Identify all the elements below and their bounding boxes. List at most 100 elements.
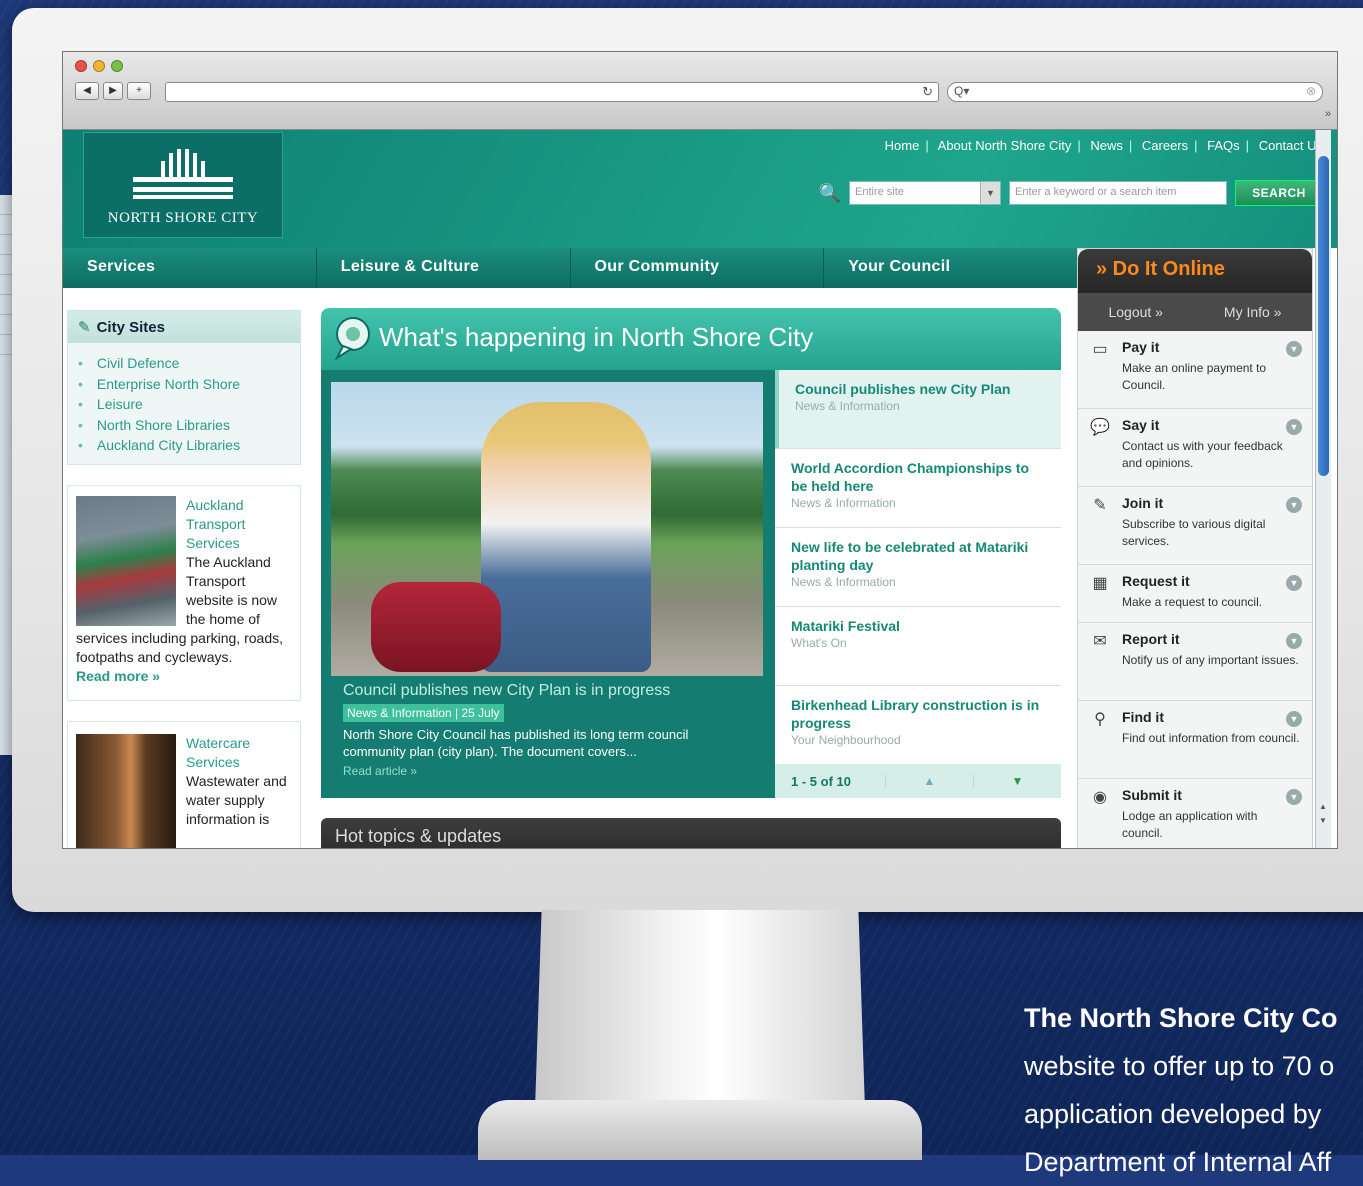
chevron-down-icon[interactable]: ▼ [1286, 633, 1302, 649]
chevron-down-icon[interactable]: ▼ [1286, 497, 1302, 513]
service-request-it[interactable]: ▦ Request it Make a request to council. … [1078, 565, 1312, 623]
nav-link-about[interactable]: About North Shore City [938, 138, 1072, 153]
search-scope-select[interactable]: Entire site ▼ [849, 181, 1001, 205]
browser-window: ◀ ▶ + ↻ Q▾ ⊗ » NORTH SHORE CITY Home | A… [62, 51, 1338, 849]
caption-line: application developed by [1024, 1099, 1322, 1129]
nav-link-news[interactable]: News [1090, 138, 1123, 153]
nav-buttons: ◀ ▶ + [75, 82, 151, 100]
browser-search-field[interactable]: Q▾ ⊗ [947, 82, 1323, 102]
search-scope-value: Entire site [855, 186, 904, 198]
service-submit-it[interactable]: ◉ Submit it Lodge an application with co… [1078, 779, 1312, 848]
back-icon[interactable]: ◀ [75, 82, 99, 100]
search-button[interactable]: SEARCH [1235, 180, 1323, 206]
center-column: What's happening in North Shore City Cou… [321, 308, 1061, 848]
site-search: 🔍 Entire site ▼ Enter a keyword or a sea… [819, 180, 1323, 206]
news-item[interactable]: Council publishes new City Plan News & I… [775, 370, 1061, 449]
maximize-window-button[interactable] [111, 60, 123, 72]
address-bar[interactable]: ↻ [165, 82, 939, 102]
scroll-up-icon[interactable]: ▲ [1319, 802, 1327, 811]
hot-topics-header: Hot topics & updates [321, 818, 1061, 848]
main-nav-leisure[interactable]: Leisure & Culture [317, 248, 571, 288]
chevron-down-icon[interactable]: ▼ [1286, 341, 1302, 357]
service-title: Submit it [1122, 787, 1182, 803]
feature-summary: North Shore City Council has published i… [343, 727, 689, 759]
promo-transport-image [76, 495, 176, 626]
pager-up-icon[interactable]: ▲ [885, 774, 973, 788]
chevron-down-icon[interactable]: ▼ [980, 182, 1000, 204]
read-more-link[interactable]: Read more » [76, 668, 160, 684]
browser-search-placeholder: Q▾ [954, 84, 970, 98]
city-site-link[interactable]: Leisure [78, 394, 290, 415]
news-item[interactable]: New life to be celebrated at Matariki pl… [775, 528, 1061, 607]
my-info-link[interactable]: My Info » [1224, 304, 1282, 320]
site-header: NORTH SHORE CITY Home | About North Shore… [63, 130, 1337, 248]
new-tab-icon[interactable]: + [127, 82, 151, 100]
search-input[interactable]: Enter a keyword or a search item [1009, 181, 1227, 205]
pager-down-icon[interactable]: ▼ [973, 774, 1061, 788]
city-site-link[interactable]: North Shore Libraries [78, 415, 290, 436]
news-item[interactable]: Matariki Festival What's On [775, 607, 1061, 686]
main-nav-council[interactable]: Your Council [824, 248, 1077, 288]
feature-tag: News & Information | 25 July [343, 704, 504, 722]
promo-transport-title[interactable]: Auckland Transport Services [186, 497, 245, 551]
monitor-base [478, 1100, 922, 1160]
news-item-category: News & Information [791, 575, 896, 589]
main-nav-services[interactable]: Services [63, 248, 317, 288]
promo-watercare-body: Wastewater and water supply information … [186, 772, 287, 827]
news-item-title: Birkenhead Library construction is in pr… [791, 697, 1040, 731]
speech-bubble-icon [334, 317, 370, 360]
promo-watercare-title[interactable]: Watercare Services [186, 735, 250, 770]
minimize-window-button[interactable] [93, 60, 105, 72]
city-site-link[interactable]: Civil Defence [78, 353, 290, 374]
reload-icon[interactable]: ↻ [922, 84, 933, 100]
do-it-online-title: » Do It Online [1078, 249, 1312, 293]
service-join-it[interactable]: ✎ Join it Subscribe to various digital s… [1078, 487, 1312, 565]
read-article-link[interactable]: Read article » [343, 764, 417, 778]
caption-heading: The North Shore City Co [1024, 1003, 1338, 1033]
service-say-it[interactable]: 💬 Say it Contact us with your feedback a… [1078, 409, 1312, 487]
leaf-icon: ✎ [78, 319, 91, 336]
news-item-title: New life to be celebrated at Matariki pl… [791, 539, 1029, 573]
feature-title[interactable]: Council publishes new City Plan is in pr… [343, 682, 670, 700]
news-item[interactable]: World Accordion Championships to be held… [775, 449, 1061, 528]
magnifier-icon: ⚲ [1094, 711, 1106, 728]
service-find-it[interactable]: ⚲ Find it Find out information from coun… [1078, 701, 1312, 779]
chevron-down-icon[interactable]: ▼ [1286, 575, 1302, 591]
scrollbar-thumb[interactable] [1318, 156, 1329, 476]
site-logo[interactable]: NORTH SHORE CITY [83, 132, 283, 238]
service-desc: Find out information from council. [1122, 731, 1300, 745]
forward-icon[interactable]: ▶ [103, 82, 123, 100]
nav-link-home[interactable]: Home [885, 138, 920, 153]
feature-photo[interactable] [331, 382, 763, 676]
whats-happening-header: What's happening in North Shore City [321, 308, 1061, 370]
news-item[interactable]: Birkenhead Library construction is in pr… [775, 686, 1061, 765]
mail-icon: ✉ [1093, 633, 1107, 650]
whats-happening-body: Council publishes new City Plan is in pr… [321, 370, 1061, 798]
pen-icon: ✎ [1093, 497, 1107, 514]
nav-link-faqs[interactable]: FAQs [1207, 138, 1240, 153]
city-site-link[interactable]: Auckland City Libraries [78, 435, 290, 456]
news-item-category: News & Information [795, 399, 900, 413]
news-item-category: What's On [791, 636, 847, 650]
close-window-button[interactable] [75, 60, 87, 72]
logout-link[interactable]: Logout » [1108, 304, 1163, 320]
chevron-down-icon[interactable]: ▼ [1286, 419, 1302, 435]
city-sites-list: Civil Defence Enterprise North Shore Lei… [68, 343, 300, 464]
news-item-category: News & Information [791, 496, 896, 510]
main-nav: Services Leisure & Culture Our Community… [63, 248, 1077, 288]
window-controls [75, 60, 123, 72]
nav-link-careers[interactable]: Careers [1142, 138, 1188, 153]
vertical-scrollbar[interactable]: ▲ ▼ [1315, 130, 1331, 848]
service-report-it[interactable]: ✉ Report it Notify us of any important i… [1078, 623, 1312, 701]
service-desc: Make an online payment to Council. [1122, 361, 1267, 392]
clear-icon[interactable]: ⊗ [1306, 84, 1316, 98]
main-nav-community[interactable]: Our Community [571, 248, 825, 288]
nav-link-contact[interactable]: Contact Us [1259, 138, 1323, 153]
overflow-chevron-icon[interactable]: » [1325, 108, 1331, 120]
scroll-down-icon[interactable]: ▼ [1319, 816, 1327, 825]
pay-icon: ▭ [1092, 341, 1108, 358]
city-site-link[interactable]: Enterprise North Shore [78, 374, 290, 395]
chevron-down-icon[interactable]: ▼ [1286, 711, 1302, 727]
service-pay-it[interactable]: ▭ Pay it Make an online payment to Counc… [1078, 331, 1312, 409]
chevron-down-icon[interactable]: ▼ [1286, 789, 1302, 805]
